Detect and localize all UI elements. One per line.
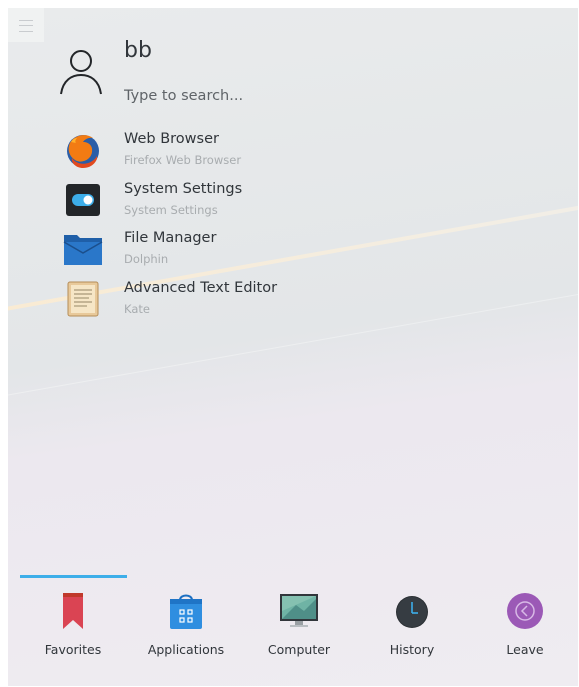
- tab-label: Computer: [267, 642, 331, 657]
- app-title: File Manager: [124, 230, 217, 246]
- app-subtitle: Firefox Web Browser: [124, 153, 242, 167]
- tab-leave[interactable]: Leave: [471, 583, 578, 673]
- list-item-web-browser[interactable]: Web Browser Firefox Web Browser: [8, 126, 428, 174]
- tab-label: Applications: [147, 642, 225, 657]
- tab-favorites[interactable]: Favorites: [19, 583, 127, 673]
- text-editor-icon: [67, 281, 99, 317]
- tab-label: Favorites: [44, 642, 102, 657]
- user-avatar-icon[interactable]: [58, 44, 104, 96]
- application-launcher: bb Web Browser Firefox Web Browser Syste…: [8, 8, 578, 686]
- search-input[interactable]: [124, 84, 384, 108]
- hamburger-icon: [19, 20, 33, 32]
- tab-history[interactable]: History: [358, 583, 466, 673]
- clock-icon: [396, 596, 428, 628]
- folder-icon: [63, 235, 103, 265]
- firefox-icon: [67, 135, 99, 168]
- settings-toggle-icon: [66, 184, 100, 216]
- app-store-bag-icon: [170, 594, 202, 629]
- leave-icon: [507, 593, 543, 629]
- app-subtitle: System Settings: [124, 203, 218, 217]
- list-item-text-editor[interactable]: Advanced Text Editor Kate: [8, 275, 428, 323]
- app-title: Web Browser: [124, 131, 219, 147]
- app-title: System Settings: [124, 181, 243, 197]
- user-name: bb: [124, 38, 152, 63]
- app-subtitle: Kate: [124, 302, 150, 316]
- list-item-system-settings[interactable]: System Settings System Settings: [8, 176, 428, 224]
- monitor-icon: [280, 594, 318, 627]
- tab-label: History: [389, 642, 435, 657]
- app-subtitle: Dolphin: [124, 252, 169, 266]
- menu-button[interactable]: [8, 8, 44, 42]
- bottom-tab-bar: Favorites Applications Computer History …: [8, 583, 578, 683]
- bookmark-icon: [63, 593, 83, 629]
- tab-applications[interactable]: Applications: [132, 583, 240, 673]
- app-title: Advanced Text Editor: [124, 280, 278, 296]
- tab-label: Leave: [506, 642, 544, 657]
- list-item-file-manager[interactable]: File Manager Dolphin: [8, 225, 428, 273]
- tab-computer[interactable]: Computer: [245, 583, 353, 673]
- active-tab-indicator: [20, 575, 127, 578]
